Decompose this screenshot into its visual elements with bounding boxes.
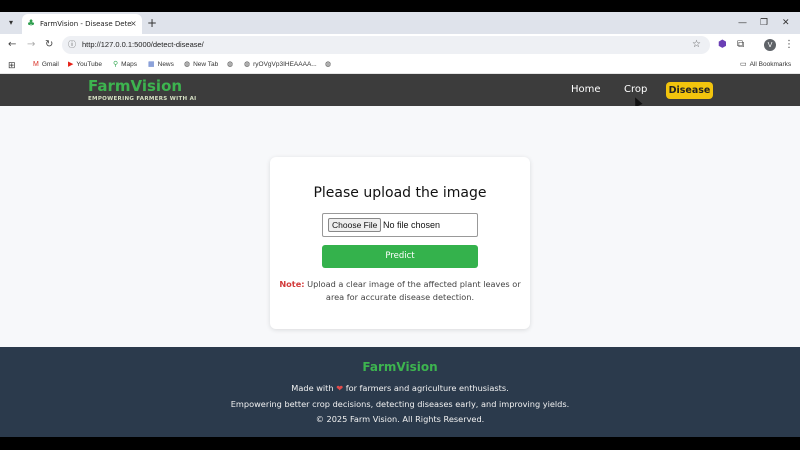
heart-icon: ❤ [336,383,344,393]
site-navbar: FarmVision EMPOWERING FARMERS WITH AI Ho… [0,74,800,106]
extensions-puzzle-icon[interactable]: ⧉ [737,38,744,52]
upload-title: Please upload the image [313,185,487,201]
globe-icon: ◍ [227,61,234,68]
tab-farmvision[interactable]: ♣ FarmVision - Disease Detection × [22,14,142,34]
note-label: Note: [279,279,305,289]
bookmark-ryovgvp[interactable]: ◍ ryOVgVp3IHEAAAA... [244,59,317,71]
folder-icon: ▭ [740,61,747,68]
url-text: http://127.0.0.1:5000/detect-disease/ [82,40,204,49]
footer-tagline: Empowering better crop decisions, detect… [230,399,570,409]
tab-search-icon[interactable]: ▾ [4,16,18,30]
file-input[interactable]: Choose File No file chosen [322,213,478,237]
all-bookmarks[interactable]: ▭ All Bookmarks [740,59,791,71]
upload-note: Note: Upload a clear image of the affect… [278,278,522,304]
reload-icon[interactable]: ↻ [45,38,53,52]
nav-crop[interactable]: Crop [624,83,647,97]
news-icon: ▦ [148,61,155,68]
bookmark-star-icon[interactable]: ☆ [692,38,701,52]
bookmark-youtube[interactable]: ▶ YouTube [68,59,102,71]
choose-file-button[interactable]: Choose File [328,218,382,232]
youtube-icon: ▶ [68,61,74,68]
bookmark-globe-2[interactable]: ◍ [325,59,334,71]
browser-toolbar: ← → ↻ ⓘ http://127.0.0.1:5000/detect-dis… [0,34,800,56]
globe-icon: ◍ [325,61,332,68]
forward-icon[interactable]: → [27,38,35,52]
screen-border-bottom [0,437,800,450]
globe-icon: ◍ [184,61,191,68]
bookmark-news[interactable]: ▦ News [148,59,174,71]
tab-strip: ▾ ♣ FarmVision - Disease Detection × + —… [0,12,800,34]
nav-disease[interactable]: Disease [666,82,713,99]
predict-button[interactable]: Predict [322,245,478,268]
extension-icon[interactable]: ⬢ [718,38,727,52]
minimize-icon[interactable]: — [738,17,747,29]
bookmark-new-tab[interactable]: ◍ New Tab [184,59,218,71]
maps-icon: ⚲ [113,61,119,68]
globe-icon: ◍ [244,61,251,68]
note-text: Upload a clear image of the affected pla… [307,279,521,302]
bookmark-gmail[interactable]: M Gmail [33,59,59,71]
site-logo[interactable]: FarmVision [88,77,182,95]
no-file-label: No file chosen [383,220,441,230]
close-window-icon[interactable]: ✕ [782,17,790,29]
new-tab-button[interactable]: + [147,15,157,31]
bookmarks-bar: ⊞ M Gmail ▶ YouTube ⚲ Maps ▦ News ◍ New Tab ◍… [0,56,800,74]
tab-close-icon[interactable]: × [130,18,137,30]
site-footer: FarmVision Made with ❤ for farmers and a… [0,347,800,437]
browser-menu-icon[interactable]: ⋮ [784,38,794,52]
back-icon[interactable]: ← [8,38,16,52]
gmail-icon: M [33,61,39,68]
restore-icon[interactable]: ❐ [760,17,768,29]
upload-card: Please upload the image Choose File No f… [270,157,530,329]
screen-border-top [0,0,800,12]
footer-brand: FarmVision [362,360,438,374]
footer-copyright: © 2025 Farm Vision. All Rights Reserved. [315,414,485,424]
address-bar[interactable]: ⓘ http://127.0.0.1:5000/detect-disease/ … [62,36,710,54]
bookmark-globe[interactable]: ◍ [227,59,236,71]
profile-avatar[interactable]: V [764,39,776,51]
site-info-icon[interactable]: ⓘ [68,39,76,51]
footer-made-with: Made with ❤ for farmers and agriculture … [291,383,509,393]
tab-title: FarmVision - Disease Detection [40,20,132,28]
main-content: Please upload the image Choose File No f… [0,106,800,347]
site-tagline: EMPOWERING FARMERS WITH AI [88,96,197,102]
leaf-favicon-icon: ♣ [27,19,36,29]
bookmark-maps[interactable]: ⚲ Maps [113,59,137,71]
nav-home[interactable]: Home [571,83,601,97]
apps-grid-icon[interactable]: ⊞ [8,59,16,71]
